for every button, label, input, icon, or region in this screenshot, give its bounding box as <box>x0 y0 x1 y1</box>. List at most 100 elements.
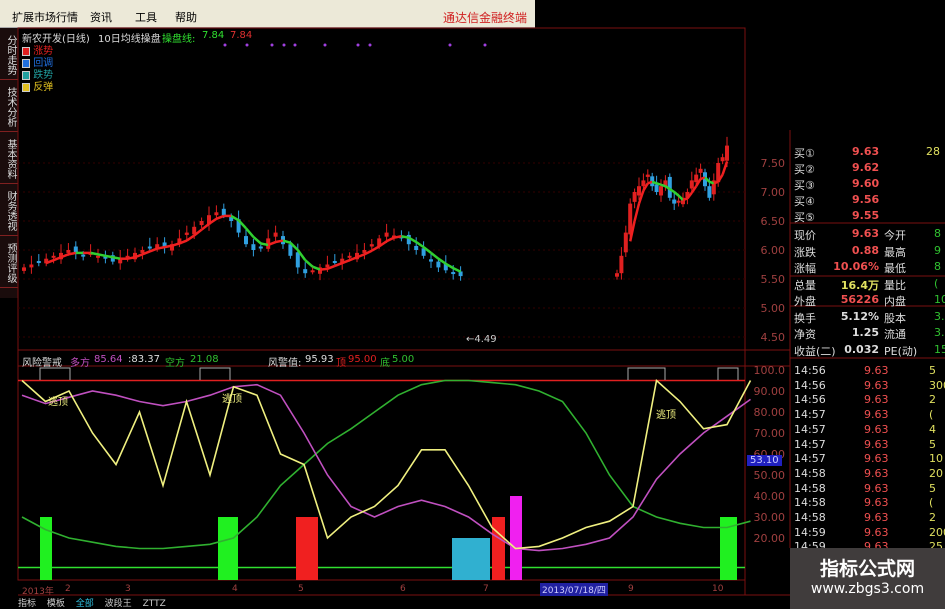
indicator-name: 10日均线操盘 <box>98 34 161 45</box>
tick-row: 14:58 9.63 20 <box>794 467 945 483</box>
ma-line-segment <box>660 183 666 188</box>
tick-volume: 300 <box>929 378 945 392</box>
signal-bar <box>492 517 505 580</box>
stat-value-2: 15 <box>934 342 945 356</box>
signal-dot <box>293 43 297 47</box>
stat-label: 净资 <box>794 328 816 341</box>
ma-line-segment <box>304 259 314 268</box>
signal-dot <box>223 43 227 47</box>
tab-zttz[interactable]: ZTTZ <box>143 599 166 609</box>
cursor-value: 53.10 <box>747 455 782 466</box>
x-axis-label: 7 <box>483 584 489 594</box>
stat-value: 0.88 <box>851 243 879 257</box>
top-marker-bracket <box>39 367 71 380</box>
tick-price: 9.63 <box>864 466 889 480</box>
tab-all[interactable]: 全部 <box>76 599 94 609</box>
tick-price: 9.63 <box>864 496 889 510</box>
signal-bar <box>40 517 52 580</box>
ma-line-segment <box>647 180 653 185</box>
ma-line-segment <box>633 203 641 222</box>
candle-body <box>244 236 248 245</box>
candle-body <box>659 186 663 196</box>
ma-line-segment <box>90 251 99 256</box>
ma-line-segment <box>186 234 195 242</box>
indicator-tick-label: 90.00 <box>754 385 786 398</box>
ma-line-segment <box>386 236 395 243</box>
tick-row: 14:57 9.63 4 <box>794 423 945 439</box>
stat-value: 1.25 <box>851 326 879 339</box>
stat-label-2: 最高 <box>884 245 906 259</box>
stat-row: 收益(二) 0.032 PE(动) 15 <box>794 343 945 359</box>
candle-body <box>429 259 433 262</box>
candle-body <box>619 255 624 274</box>
tick-time: 14:57 <box>794 408 826 422</box>
candle-body <box>654 184 659 192</box>
bid-row: 买④ 9.56 <box>794 193 945 209</box>
bottom-label: 底 <box>380 358 390 369</box>
ma-line-segment <box>215 214 225 220</box>
top-value: 95.00 <box>348 354 377 365</box>
tick-price: 9.63 <box>864 422 889 436</box>
tick-row: 14:57 9.63 ( <box>794 408 945 424</box>
ma-line-segment <box>252 236 262 245</box>
bid-price: 9.60 <box>852 177 880 190</box>
line-value-2: 7.84 <box>230 30 253 41</box>
ma-line-segment <box>401 234 410 239</box>
bid-price: 9.62 <box>852 161 880 174</box>
ma-line-segment <box>275 239 284 244</box>
tick-volume: 20 <box>929 466 943 480</box>
ma-line-segment <box>149 247 158 253</box>
stat-value: 5.12% <box>840 309 879 323</box>
tick-volume: ( <box>929 408 934 422</box>
annot-escape-top: 逃顶 <box>222 394 242 405</box>
stat-label-2: 股本 <box>884 311 906 325</box>
stat-value-2: 3.2 <box>934 309 945 323</box>
tick-row: 14:56 9.63 5 <box>794 364 945 380</box>
tab-indicator[interactable]: 指标 <box>18 599 36 609</box>
stat-label: 收益(二) <box>794 344 836 358</box>
tick-volume: 2 <box>929 511 936 524</box>
x-axis-label: 9 <box>628 584 634 594</box>
ma-line-segment <box>156 245 165 250</box>
ma-line-segment <box>682 197 688 202</box>
price-tick-label: 5.00 <box>761 302 786 315</box>
tick-price: 9.63 <box>864 437 889 451</box>
bid-price: 9.63 <box>852 145 880 158</box>
price-tick-label: 5.50 <box>761 273 786 286</box>
stat-row: 涨幅 10.06% 最低 8 <box>794 260 945 276</box>
stat-label-2: 最低 <box>884 262 906 275</box>
tick-volume: 5 <box>929 481 936 495</box>
stat-value-2: ( <box>934 276 939 290</box>
tab-band-king[interactable]: 波段王 <box>105 599 132 609</box>
ma-line-segment <box>164 244 173 249</box>
tick-volume: 2 <box>929 393 936 407</box>
tab-template[interactable]: 模板 <box>47 599 65 609</box>
candle-body <box>641 180 646 187</box>
x-axis-label: 2 <box>65 584 71 594</box>
tick-volume: 200 <box>929 525 945 539</box>
tick-price: 9.63 <box>864 452 889 466</box>
stat-value-2: 3.2 <box>934 326 945 339</box>
ma-line-segment <box>105 254 114 259</box>
top-marker-bracket <box>627 367 666 380</box>
candle-body <box>615 273 619 277</box>
candle-body <box>347 255 352 258</box>
candle-body <box>414 245 419 250</box>
stat-row: 换手 5.12% 股本 3.2 <box>794 310 945 326</box>
stat-row: 净资 1.25 流通 3.2 <box>794 326 945 342</box>
low-marker: ←4.49 <box>466 334 497 345</box>
bid-label: 买⑤ <box>794 211 815 224</box>
tick-row: 14:57 9.63 5 <box>794 438 945 454</box>
candle-body <box>81 254 86 257</box>
candle-body <box>725 145 729 161</box>
signal-dot <box>270 43 274 47</box>
tick-time: 14:57 <box>794 452 826 466</box>
tick-price: 9.63 <box>864 408 889 422</box>
price-tick-label: 4.50 <box>761 331 786 344</box>
bid-price: 9.55 <box>852 209 880 222</box>
tick-volume: 5 <box>929 364 936 377</box>
watermark: 指标公式网 www.zbgs3.com <box>790 548 945 609</box>
candle-body <box>273 232 278 237</box>
candle-body <box>707 186 712 198</box>
stat-label: 换手 <box>794 311 816 325</box>
